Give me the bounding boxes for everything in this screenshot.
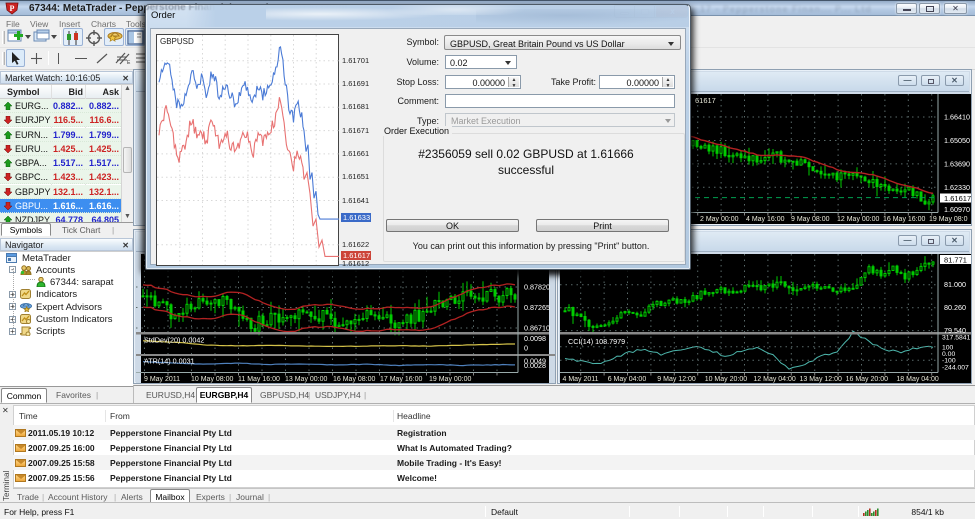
svg-text:0.87820: 0.87820 (524, 283, 550, 292)
svg-text:1.63690: 1.63690 (944, 159, 970, 168)
svg-text:1.60970: 1.60970 (944, 205, 970, 214)
svg-text:4 May 2011: 4 May 2011 (563, 376, 599, 383)
svg-text:10 May 08:00: 10 May 08:00 (191, 376, 234, 383)
svg-text:81.771: 81.771 (944, 256, 967, 265)
svg-text:317.5841: 317.5841 (942, 334, 971, 341)
svg-text:2 May 00:00: 2 May 00:00 (700, 216, 739, 223)
svg-text:E: E (127, 60, 131, 65)
svg-text:P: P (10, 4, 15, 13)
svg-text:16 May 20:00: 16 May 20:00 (846, 376, 889, 383)
svg-text:0.0098: 0.0098 (524, 334, 546, 343)
svg-text:1.65050: 1.65050 (944, 136, 970, 145)
svg-text:9 May 2011: 9 May 2011 (144, 376, 180, 383)
svg-text:0.86710: 0.86710 (524, 324, 550, 333)
svg-text:StdDev(20) 0.0042: StdDev(20) 0.0042 (144, 336, 204, 345)
svg-text:1.66410: 1.66410 (944, 113, 970, 122)
svg-text:ATR(14) 0.0031: ATR(14) 0.0031 (144, 357, 195, 366)
svg-text:19 May 00:00: 19 May 00:00 (429, 376, 472, 383)
svg-text:16 May 16:00: 16 May 16:00 (883, 216, 926, 223)
svg-text:12 May 04:00: 12 May 04:00 (753, 376, 796, 383)
svg-text:80.260: 80.260 (944, 303, 966, 312)
svg-text:1.62330: 1.62330 (944, 183, 970, 192)
svg-text:11 May 16:00: 11 May 16:00 (238, 376, 280, 383)
svg-text:4 May 16:00: 4 May 16:00 (746, 216, 785, 223)
svg-text:17 May 16:00: 17 May 16:00 (380, 376, 423, 383)
svg-text:1.61617: 1.61617 (944, 194, 971, 203)
svg-text:9 May 12:00: 9 May 12:00 (657, 376, 696, 383)
svg-text:61617: 61617 (695, 96, 716, 105)
svg-text:6 May 04:00: 6 May 04:00 (608, 376, 647, 383)
svg-text:16 May 08:00: 16 May 08:00 (333, 376, 376, 383)
svg-text:10 May 20:00: 10 May 20:00 (705, 376, 748, 383)
svg-text:12 May 00:00: 12 May 00:00 (837, 216, 880, 223)
svg-text:-244.007: -244.007 (942, 364, 969, 371)
svg-text:19 May 08:0: 19 May 08:0 (929, 216, 968, 223)
svg-text:9 May 08:00: 9 May 08:00 (791, 216, 830, 223)
svg-text:0.87265: 0.87265 (524, 303, 550, 312)
svg-text:0: 0 (524, 344, 528, 353)
svg-text:0.0028: 0.0028 (524, 361, 546, 370)
svg-text:81.000: 81.000 (944, 280, 966, 289)
svg-text:13 May 12:00: 13 May 12:00 (800, 376, 843, 383)
svg-text:18 May 04:00: 18 May 04:00 (896, 376, 939, 383)
svg-text:CCI(14) 108.7979: CCI(14) 108.7979 (568, 337, 625, 346)
svg-text:13 May 00:00: 13 May 00:00 (285, 376, 328, 383)
